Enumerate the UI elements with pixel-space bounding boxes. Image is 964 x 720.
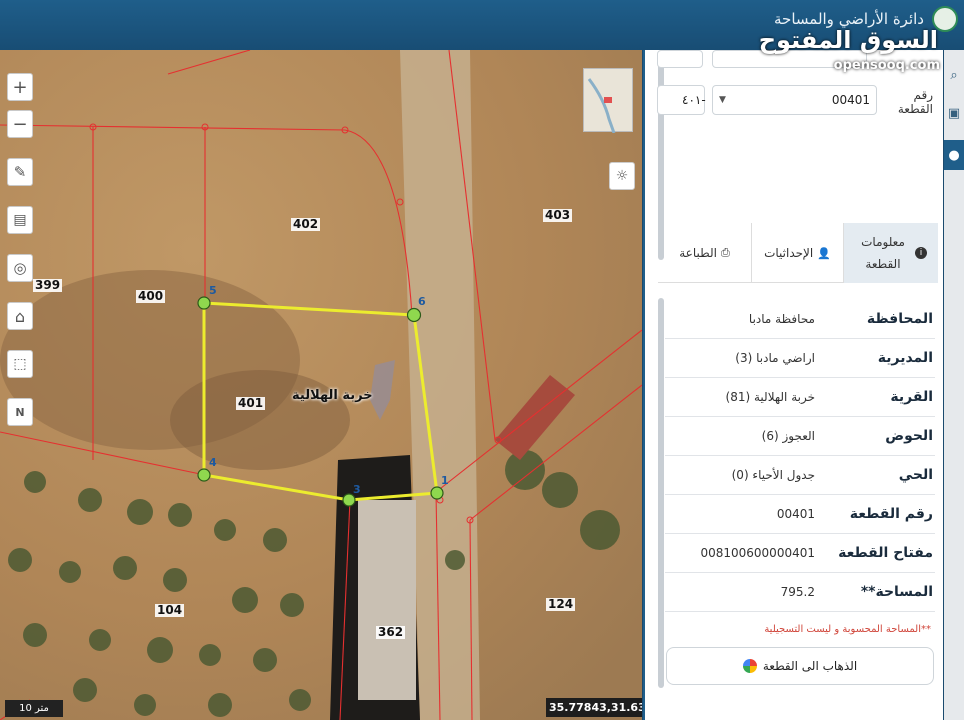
go-to-parcel-button[interactable]: الذهاب الى القطعة (666, 647, 934, 685)
person-icon: 👤 (817, 246, 831, 260)
parcel-label: 124 (546, 597, 576, 611)
info-key: القرية (890, 389, 933, 405)
google-icon (742, 659, 757, 673)
vertex-label: 5 (209, 284, 217, 297)
parcel-info-table: المحافظة محافظة مادبا المديرية اراضي ماد… (665, 300, 935, 612)
tab-label: الطباعة (679, 246, 717, 260)
info-row-parcel-number: رقم القطعة 00401 (665, 495, 935, 534)
satellite-imagery (0, 50, 642, 720)
info-key: المساحة** (860, 584, 933, 600)
info-row-village: القرية خربة الهلالية (81) (665, 378, 935, 417)
minimap-graphic (587, 78, 616, 134)
tab-label: معلومات القطعة (861, 235, 905, 271)
sun-icon[interactable]: ☼ (609, 162, 635, 190)
search-icon[interactable]: ⌕ (946, 64, 962, 86)
map-view[interactable]: 402 403 399 400 401 104 362 124 خربة اله… (0, 50, 642, 720)
parcel-label: 401 (236, 396, 266, 410)
parcel-label: 362 (376, 625, 406, 639)
vertex-label: 4 (209, 456, 217, 469)
printer-icon: ⎙ (720, 246, 730, 259)
info-value: جدول الأحياء (0) (731, 468, 815, 482)
tab-label: الإحداثيات (764, 246, 814, 260)
pencil-icon[interactable]: ✎ (7, 158, 33, 186)
parcel-number-label: رقم القطعة (897, 88, 933, 116)
coordinates-readout: 35.77843,31.63094 (546, 698, 642, 717)
info-row-neighborhood: الحي جدول الأحياء (0) (665, 456, 935, 495)
parcel-part-select[interactable]: ٤٠١- (657, 85, 706, 115)
area-note: **المساحة المحسوبة و ليست التسجيلية (764, 624, 931, 635)
info-key: المديرية (877, 350, 933, 366)
chevron-down-icon: ▼ (719, 95, 726, 105)
info-key: رقم القطعة (849, 506, 933, 522)
parcel-label: 403 (543, 208, 573, 222)
info-key: مفتاح القطعة (838, 545, 933, 561)
parcel-number-select[interactable]: ▼ 00401 (712, 85, 877, 115)
parcel-number-value: 00401 (831, 93, 870, 107)
layers-icon[interactable]: ▣ (946, 102, 962, 124)
vertex-label: 1 (441, 474, 449, 487)
info-value: العجوز (6) (761, 429, 815, 443)
info-row-area: المساحة** 795.2 (665, 573, 935, 612)
info-value: 00401 (776, 507, 815, 521)
parcel-label: 104 (155, 603, 185, 617)
parcel-label: 402 (291, 217, 321, 231)
parcel-label: 399 (33, 278, 63, 292)
info-value: خربة الهلالية (81) (725, 390, 815, 404)
panel-scrollbar[interactable] (658, 298, 664, 688)
village-label: خربة الهلالية (292, 388, 373, 403)
parcel-info-panel: رقم القطعة ٤٠١- ▼ 00401 i معلومات القطعة… (643, 50, 943, 720)
opensooq-watermark: السوق المفتوح (758, 26, 938, 54)
tab-print[interactable]: ⎙ الطباعة (658, 223, 751, 283)
overview-minimap[interactable] (583, 68, 633, 134)
go-to-parcel-label: الذهاب الى القطعة (762, 659, 858, 673)
chart-icon[interactable]: ⬚ (7, 350, 33, 378)
side-toolbar: ⌕ ▣ ● (944, 50, 964, 720)
vertex-label: 3 (353, 483, 361, 496)
info-icon: i (915, 247, 927, 259)
home-icon[interactable]: ⌂ (7, 302, 33, 330)
tab-parcel-info[interactable]: i معلومات القطعة (844, 223, 938, 283)
info-row-governorate: المحافظة محافظة مادبا (665, 300, 935, 339)
info-value: 008100600000401 (700, 546, 815, 560)
info-value: اراضي مادبا (3) (735, 351, 815, 365)
parcel-label: 400 (136, 289, 166, 303)
opensooq-watermark-url: opensooq.com (833, 58, 940, 73)
top-small-select[interactable] (657, 50, 703, 68)
info-value: محافظة مادبا (748, 312, 815, 326)
panel-tabs: i معلومات القطعة 👤 الإحداثيات ⎙ الطباعة (658, 223, 938, 283)
parcel-part-value: ٤٠١- (682, 93, 706, 107)
vertex-label: 6 (418, 295, 426, 308)
zoom-out-button[interactable]: − (7, 110, 33, 138)
locate-icon[interactable]: ◎ (7, 254, 33, 282)
location-pin-icon[interactable]: ● (944, 140, 964, 170)
tab-coordinates[interactable]: 👤 الإحداثيات (751, 223, 844, 283)
measure-icon[interactable]: ▤ (7, 206, 33, 234)
info-row-basin: الحوض العجوز (6) (665, 417, 935, 456)
info-key: المحافظة (866, 311, 933, 327)
info-value: 795.2 (780, 585, 815, 599)
info-row-directorate: المديرية اراضي مادبا (3) (665, 339, 935, 378)
scale-bar: 10 متر (5, 700, 63, 717)
info-key: الحوض (885, 428, 933, 444)
north-arrow-icon[interactable]: N (7, 398, 33, 426)
zoom-in-button[interactable]: + (7, 73, 33, 101)
info-row-parcel-key: مفتاح القطعة 008100600000401 (665, 534, 935, 573)
info-key: الحي (898, 467, 933, 483)
